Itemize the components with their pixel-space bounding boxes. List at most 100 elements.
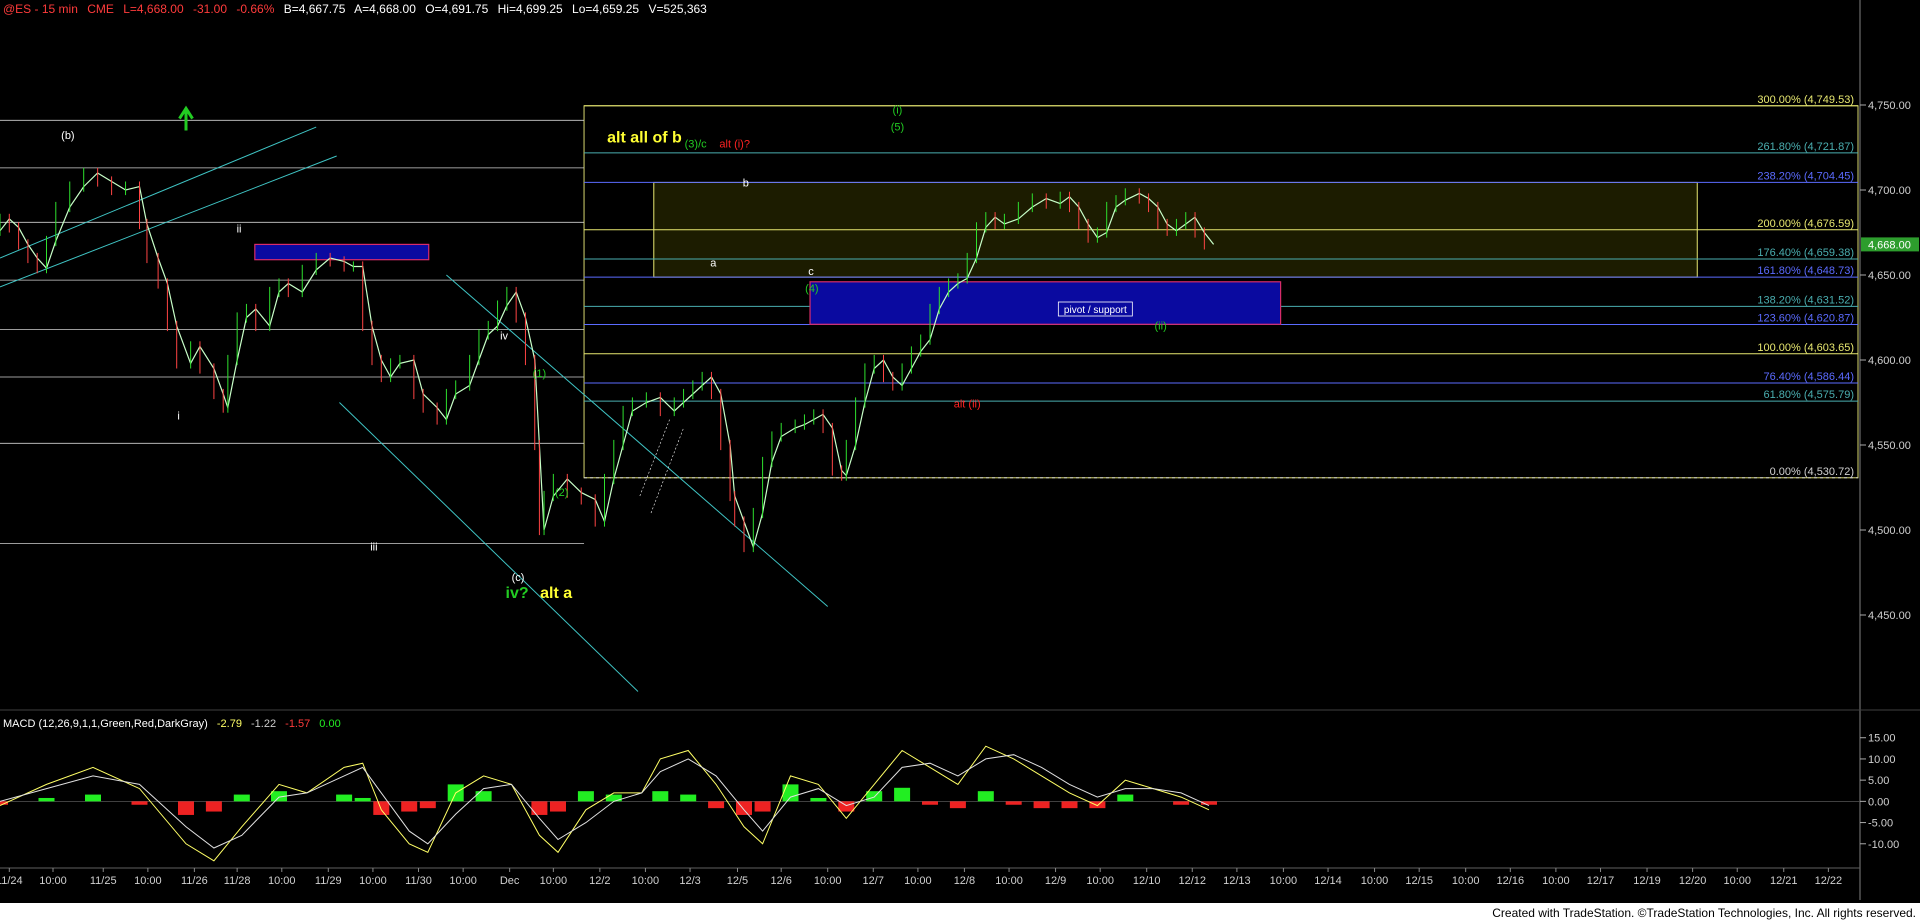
macd-histogram-bar <box>894 787 911 802</box>
fib-level-label: 200.00% (4,676.59) <box>1757 218 1854 230</box>
wave-label: (3)/c <box>685 139 708 151</box>
symbol-label: @ES - 15 min <box>3 2 78 16</box>
price-axis-label: 4,700.00 <box>1868 185 1911 197</box>
time-axis-label: 12/9 <box>1045 875 1066 887</box>
time-axis-label: 12/19 <box>1633 875 1661 887</box>
time-axis-label: 11/29 <box>315 875 342 887</box>
wave-label: (ii) <box>1155 320 1167 332</box>
wave-label: alt (i)? <box>719 139 750 151</box>
macd-histogram-bar <box>1173 801 1190 805</box>
price-axis-label: 4,450.00 <box>1868 610 1911 622</box>
high: Hi=4,699.25 <box>497 2 563 16</box>
time-axis-label: 12/6 <box>770 875 791 887</box>
low: Lo=4,659.25 <box>572 2 640 16</box>
macd-histogram-bar <box>550 801 566 812</box>
macd-histogram-bar <box>866 791 883 802</box>
time-axis-label: 10:00 <box>1723 875 1751 887</box>
time-axis-label: 10:00 <box>814 875 842 887</box>
time-axis-label: Dec <box>500 875 520 887</box>
time-axis-label: 12/21 <box>1770 875 1798 887</box>
time-axis-label: 10:00 <box>540 875 568 887</box>
time-axis-label: 11/25 <box>90 875 117 887</box>
channel-line <box>0 155 337 288</box>
fib-level-label: 238.20% (4,704.45) <box>1757 170 1854 182</box>
price-axis-label: 4,500.00 <box>1868 525 1911 537</box>
wave-label: i <box>177 411 179 423</box>
resistance-box-ii <box>254 243 430 261</box>
green-up-arrow-icon <box>178 105 194 131</box>
fib-level-label: 176.40% (4,659.38) <box>1757 247 1854 259</box>
wave-label: iv? <box>506 585 529 602</box>
time-axis-label: 11/28 <box>224 875 251 887</box>
last-price: L=4,668.00 <box>123 2 184 16</box>
time-axis-label: 10:00 <box>1452 875 1480 887</box>
ask: A=4,668.00 <box>354 2 416 16</box>
channel-line <box>0 126 317 259</box>
macd-histogram-bar <box>680 794 697 802</box>
wave-guide-dashed <box>639 419 684 514</box>
time-axis-label: 11/26 <box>181 875 208 887</box>
macd-histogram-bar <box>205 801 222 812</box>
change-pct: -0.66% <box>236 2 275 16</box>
macd-histogram-bar <box>475 791 492 802</box>
time-axis-label: 10:00 <box>1086 875 1114 887</box>
macd-histogram-bar <box>708 801 725 809</box>
macd-histogram-bar <box>782 784 799 802</box>
macd-histogram-bar <box>38 797 55 802</box>
price-axis-label: 4,600.00 <box>1868 355 1911 367</box>
wave-label: alt (ii) <box>954 399 981 411</box>
wave-label: (c) <box>512 572 525 584</box>
price-chart[interactable]: 4,750.00 4,700.00 4,650.00 4,600.00 4,550.00… <box>0 0 1920 920</box>
bid: B=4,667.75 <box>283 2 346 16</box>
macd-histogram-bar <box>131 801 148 805</box>
macd-histogram-bar <box>531 801 548 815</box>
wave-label: (4) <box>805 283 818 295</box>
fib-level-label: 161.80% (4,648.73) <box>1757 265 1854 277</box>
time-axis-label: 11/24 <box>0 875 23 887</box>
wave-label: ii <box>237 224 242 236</box>
macd-histogram-bar <box>373 801 390 815</box>
macd-axis-label: 10.00 <box>1868 754 1896 766</box>
time-axis-label: 12/20 <box>1679 875 1707 887</box>
macd-histogram-bar <box>577 791 594 802</box>
macd-axis-label: 15.00 <box>1868 733 1896 745</box>
fib-level-label: 76.40% (4,586.44) <box>1763 371 1854 383</box>
time-axis-label: 12/17 <box>1587 875 1615 887</box>
macd-axis-label: -5.00 <box>1868 818 1893 830</box>
macd-axis-label: 5.00 <box>1868 775 1889 787</box>
macd-histogram-bar <box>1033 801 1050 809</box>
macd-histogram-bar <box>977 791 994 802</box>
time-axis-label: 10:00 <box>39 875 67 887</box>
pivot-support-box <box>809 281 1282 325</box>
macd-axis-label: 0.00 <box>1868 796 1889 808</box>
macd-histogram-bar <box>652 791 669 802</box>
wave-label: alt all of b <box>607 129 682 146</box>
time-axis-label: 12/16 <box>1497 875 1525 887</box>
macd-histogram-bar <box>838 801 855 812</box>
time-axis-label: 10:00 <box>904 875 932 887</box>
macd-header: MACD (12,26,9,1,1,Green,Red,DarkGray) -2… <box>3 718 347 730</box>
wave-label: (i) <box>893 105 903 117</box>
open: O=4,691.75 <box>425 2 489 16</box>
price-axis-label: 4,550.00 <box>1868 440 1911 452</box>
macd-histogram-bar <box>1117 794 1134 802</box>
time-axis-label: 12/14 <box>1314 875 1342 887</box>
macd-histogram-bar <box>336 794 353 802</box>
time-axis-label: 11/30 <box>405 875 432 887</box>
time-axis-label: 10:00 <box>1270 875 1298 887</box>
macd-histogram-bar <box>419 801 436 809</box>
wave-label: (1) <box>533 368 546 380</box>
macd-histogram-bar <box>85 794 101 802</box>
time-axis-label: 10:00 <box>995 875 1023 887</box>
wave-label: (b) <box>61 130 74 142</box>
wave-label: iv <box>500 331 508 343</box>
fib-level-label: 0.00% (4,530.72) <box>1770 466 1854 478</box>
time-axis-label: 12/2 <box>589 875 610 887</box>
fib-level-label: 100.00% (4,603.65) <box>1757 342 1854 354</box>
macd-value-4: 0.00 <box>319 718 341 730</box>
fib-level-label: 123.60% (4,620.87) <box>1757 313 1854 325</box>
wave-label: b <box>743 178 749 190</box>
macd-histogram-bar <box>354 797 371 802</box>
time-axis-label: 10:00 <box>359 875 387 887</box>
macd-histogram-bar <box>810 797 827 802</box>
